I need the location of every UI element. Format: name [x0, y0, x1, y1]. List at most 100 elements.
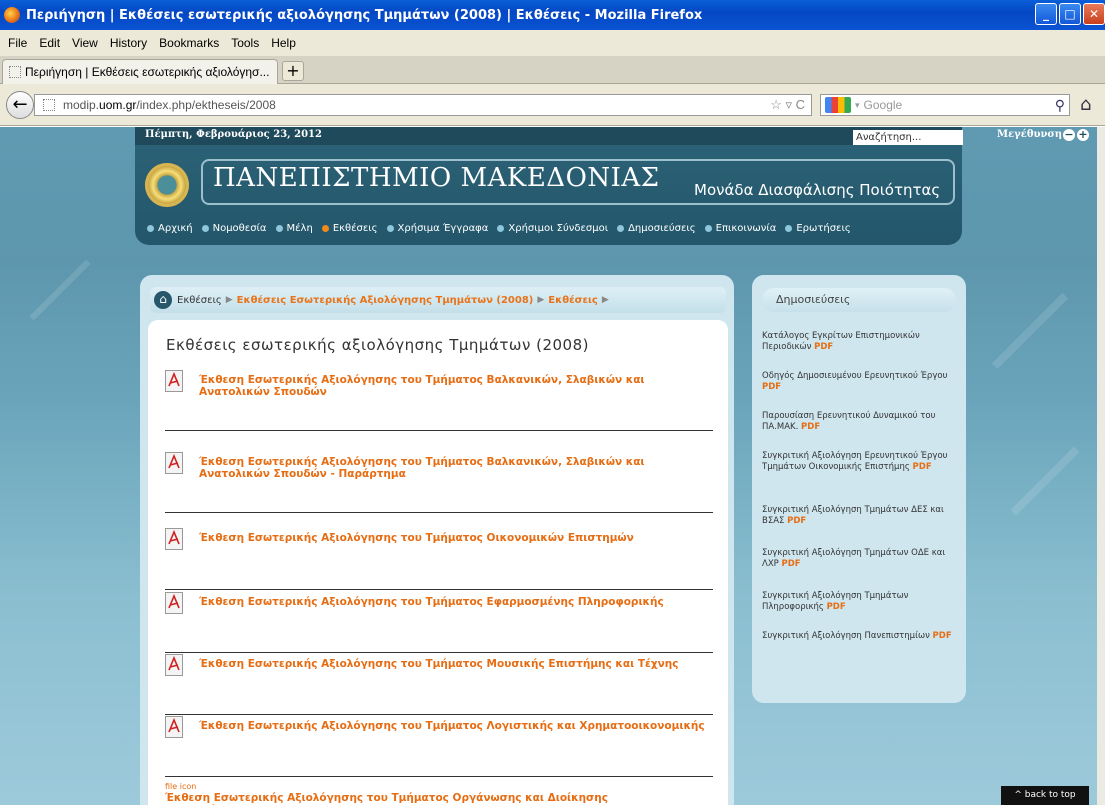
site-search-input[interactable]: Αναζήτηση...	[853, 130, 963, 145]
url-domain: uom.gr	[99, 98, 137, 112]
nav-item-members[interactable]: Μέλη	[275, 223, 313, 234]
document-link[interactable]: Έκθεση Εσωτερικής Αξιολόγησης του Τμήματ…	[199, 658, 709, 670]
close-button[interactable]: ✕	[1083, 3, 1105, 25]
pdf-icon[interactable]	[165, 370, 183, 392]
bullet-icon	[497, 225, 505, 232]
publication-item[interactable]: Οδηγός Δημοσιευμένου Ερευνητικού Έργου P…	[762, 371, 958, 393]
back-to-top-button[interactable]: ^ back to top	[1001, 786, 1089, 805]
bullet-icon	[704, 225, 712, 232]
menu-help[interactable]: Help	[271, 36, 296, 50]
document-item: Έκθεση Εσωτερικής Αξιολόγησης του Τμήματ…	[165, 716, 713, 777]
back-button[interactable]: ←	[6, 91, 34, 119]
publication-item[interactable]: Παρουσίαση Ερευνητικού Δυναμικού του ΠΑ.…	[762, 411, 958, 433]
tab-label: Περιήγηση | Εκθέσεις εσωτερικής αξιολόγη…	[25, 65, 270, 79]
nav-item-legislation[interactable]: Νομοθεσία	[201, 223, 267, 234]
publication-item[interactable]: Συγκριτική Αξιολόγηση Τμημάτων ΔΕΣ και Β…	[762, 505, 958, 527]
publications-sidebar: Δημοσιεύσεις Κατάλογος Εγκρίτων Επιστημο…	[752, 275, 966, 703]
broken-file-icon: file icon	[165, 782, 197, 791]
menu-edit[interactable]: Edit	[39, 36, 60, 50]
engine-dropdown-icon[interactable]: ▾	[855, 100, 860, 111]
zoom-in-icon[interactable]: +	[1077, 129, 1089, 141]
pdf-link[interactable]: PDF	[827, 602, 846, 612]
tab-bar: Περιήγηση | Εκθέσεις εσωτερικής αξιολόγη…	[0, 56, 1105, 84]
nav-label: Ερωτήσεις	[796, 223, 851, 234]
home-icon[interactable]: ⌂	[1080, 94, 1091, 115]
sidebar-title: Δημοσιεύσεις	[762, 288, 956, 312]
page-favicon-icon	[9, 66, 21, 78]
browser-tab[interactable]: Περιήγηση | Εκθέσεις εσωτερικής αξιολόγη…	[2, 59, 278, 84]
maximize-button[interactable]: □	[1059, 3, 1081, 25]
nav-label: Δημοσιεύσεις	[628, 223, 696, 234]
google-engine-icon[interactable]	[825, 97, 851, 113]
publication-label: Οδηγός Δημοσιευμένου Ερευνητικού Έργου	[762, 371, 948, 381]
nav-item-faq[interactable]: Ερωτήσεις	[785, 223, 851, 234]
publication-item[interactable]: Συγκριτική Αξιολόγηση Τμημάτων ΟΔΕ και Λ…	[762, 548, 958, 570]
bookmark-star-icon[interactable]: ☆ ▿ C	[770, 97, 805, 113]
site-header: ΠΑΝΕΠΙΣΤΗΜΙΟ ΜΑΚΕΔΟΝΙΑΣ Μονάδα Διασφάλισ…	[135, 145, 962, 245]
pdf-link[interactable]: PDF	[801, 422, 820, 432]
nav-item-links[interactable]: Χρήσιμοι Σύνδεσμοι	[497, 223, 608, 234]
pdf-link[interactable]: PDF	[913, 462, 932, 472]
nav-item-reports[interactable]: Εκθέσεις	[321, 223, 378, 234]
university-seal-logo[interactable]	[145, 163, 189, 207]
university-name[interactable]: ΠΑΝΕΠΙΣΤΗΜΙΟ ΜΑΚΕΔΟΝΙΑΣ	[213, 163, 660, 193]
pdf-icon[interactable]	[165, 592, 183, 614]
document-item: Έκθεση Εσωτερικής Αξιολόγησης του Τμήματ…	[165, 592, 713, 653]
nav-item-documents[interactable]: Χρήσιμα Έγγραφα	[386, 223, 489, 234]
menu-file[interactable]: File	[8, 36, 27, 50]
home-icon[interactable]: ⌂	[154, 291, 172, 309]
pdf-icon[interactable]	[165, 528, 183, 550]
menu-bookmarks[interactable]: Bookmarks	[159, 36, 219, 50]
url-bar[interactable]: modip. uom.gr/index.php/ektheseis/2008 ☆ …	[34, 94, 812, 116]
publication-item[interactable]: Συγκριτική Αξιολόγηση Ερευνητικού Έργου …	[762, 451, 958, 473]
current-date: Πέμπτη, Φεβρουάριος 23, 2012	[145, 129, 322, 140]
document-item: Έκθεση Εσωτερικής Αξιολόγησης του Τμήματ…	[165, 654, 713, 715]
nav-item-home[interactable]: Αρχική	[147, 223, 193, 234]
new-tab-button[interactable]: +	[282, 61, 304, 81]
main-content: ⌂ Εκθέσεις ▶ Εκθέσεις Εσωτερικής Αξιολόγ…	[140, 275, 734, 805]
nav-label: Χρήσιμα Έγγραφα	[397, 223, 489, 234]
pdf-icon[interactable]	[165, 716, 183, 738]
menu-tools[interactable]: Tools	[231, 36, 259, 50]
pdf-link[interactable]: PDF	[781, 559, 800, 569]
nav-label: Εκθέσεις	[332, 223, 378, 234]
pdf-icon[interactable]	[165, 654, 183, 676]
breadcrumb-item[interactable]: Εκθέσεις Εσωτερικής Αξιολόγησης Τμημάτων…	[237, 295, 534, 306]
search-icon[interactable]: ⚲	[1055, 97, 1065, 114]
search-bar[interactable]: ▾ Google ⚲	[820, 94, 1070, 116]
publication-item[interactable]: Συγκριτική Αξιολόγηση Πανεπιστημίων PDF	[762, 631, 958, 642]
publication-item[interactable]: Συγκριτική Αξιολόγηση Τμημάτων Πληροφορι…	[762, 591, 958, 613]
document-item: Έκθεση Εσωτερικής Αξιολόγησης του Τμήματ…	[165, 528, 713, 590]
document-link[interactable]: Έκθεση Εσωτερικής Αξιολόγησης του Τμήματ…	[199, 456, 709, 480]
chevron-right-icon: ▶	[225, 295, 233, 305]
bullet-icon	[386, 225, 394, 232]
zoom-out-icon[interactable]: −	[1063, 129, 1075, 141]
pdf-link[interactable]: PDF	[762, 382, 781, 392]
document-link[interactable]: Έκθεση Εσωτερικής Αξιολόγησης του Τμήματ…	[199, 720, 709, 732]
menu-view[interactable]: View	[72, 36, 98, 50]
site-identity-icon[interactable]	[43, 99, 55, 111]
document-link[interactable]: Έκθεση Εσωτερικής Αξιολόγησης του Τμήματ…	[199, 374, 709, 398]
pdf-link[interactable]: PDF	[787, 516, 806, 526]
nav-item-contact[interactable]: Επικοινωνία	[704, 223, 776, 234]
publication-item[interactable]: Κατάλογος Εγκρίτων Επιστημονικών Περιοδι…	[762, 331, 958, 353]
url-path: /index.php/ektheseis/2008	[136, 98, 276, 112]
window-titlebar: Περιήγηση | Εκθέσεις εσωτερικής αξιολόγη…	[0, 0, 1105, 30]
document-link[interactable]: Έκθεση Εσωτερικής Αξιολόγησης του Τμήματ…	[165, 792, 675, 805]
breadcrumb-item[interactable]: Εκθέσεις	[548, 295, 598, 306]
nav-item-publications[interactable]: Δημοσιεύσεις	[617, 223, 696, 234]
document-link[interactable]: Έκθεση Εσωτερικής Αξιολόγησης του Τμήματ…	[199, 596, 709, 608]
nav-label: Αρχική	[158, 223, 193, 234]
pdf-link[interactable]: PDF	[933, 631, 952, 641]
menu-history[interactable]: History	[110, 36, 147, 50]
pdf-icon[interactable]	[165, 452, 183, 474]
vertical-scrollbar[interactable]	[1097, 127, 1105, 805]
minimize-button[interactable]: _	[1035, 3, 1057, 25]
window-title: Περιήγηση | Εκθέσεις εσωτερικής αξιολόγη…	[26, 7, 703, 23]
search-placeholder: Google	[863, 98, 903, 112]
pdf-link[interactable]: PDF	[814, 342, 833, 352]
breadcrumb: ⌂ Εκθέσεις ▶ Εκθέσεις Εσωτερικής Αξιολόγ…	[150, 287, 726, 313]
document-link[interactable]: Έκθεση Εσωτερικής Αξιολόγησης του Τμήματ…	[199, 532, 709, 544]
breadcrumb-item[interactable]: Εκθέσεις	[177, 295, 222, 306]
bullet-icon	[617, 225, 625, 232]
